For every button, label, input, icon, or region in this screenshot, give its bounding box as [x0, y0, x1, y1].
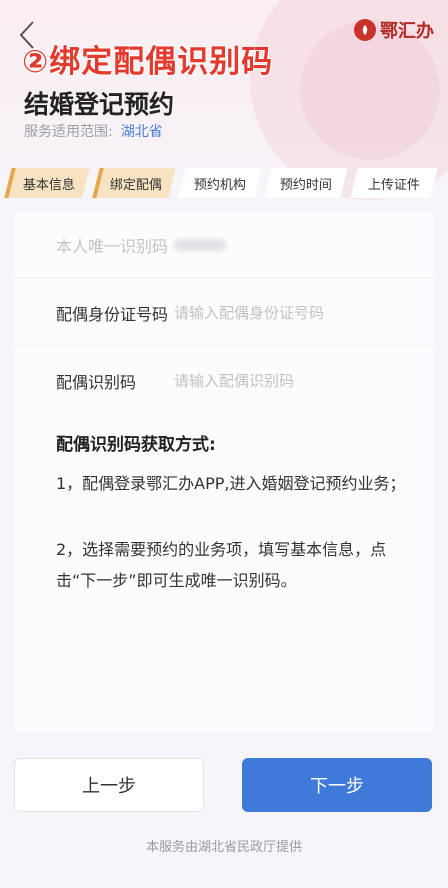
own-code-row: 本人唯一识别码 [14, 212, 434, 278]
step-basic-info[interactable]: 基本信息 [4, 168, 90, 198]
spouse-code-row: 配偶识别码 [14, 348, 434, 414]
help-title: 配偶识别码获取方式: [56, 435, 216, 455]
spouse-code-label: 配偶识别码 [56, 373, 137, 392]
previous-step-button[interactable]: 上一步 [14, 758, 204, 812]
spouse-id-row: 配偶身份证号码 [14, 280, 434, 346]
spouse-id-label: 配偶身份证号码 [56, 304, 169, 324]
step-booking-time[interactable]: 预约时间 [264, 168, 348, 198]
page-title: 结婚登记预约 [24, 90, 175, 119]
spouse-id-input[interactable] [174, 303, 394, 322]
brand-name: 鄂汇办 [380, 21, 434, 42]
help-item-2: 2，选择需要预约的业务项，填写基本信息，点击“下一步”即可生成唯一识别码。 [56, 540, 387, 590]
own-code-label: 本人唯一识别码 [56, 236, 169, 256]
spouse-code-input[interactable] [174, 372, 394, 390]
scope-value: 湖北省 [120, 124, 163, 140]
own-code-value-redacted [174, 238, 226, 251]
step-booking-office[interactable]: 预约机构 [178, 168, 262, 198]
brand-logo-icon [354, 19, 376, 41]
scope-label: 服务适用范围: [24, 124, 113, 140]
form-card: 本人唯一识别码 配偶身份证号码 配偶识别码 配偶识别码获取方式: 1，配偶登录鄂… [14, 212, 434, 732]
step-upload-documents[interactable]: 上传证件 [350, 168, 438, 198]
service-scope: 服务适用范围: 湖北省 [24, 121, 163, 141]
brand: 鄂汇办 [354, 16, 434, 44]
step-tabs: 基本信息 绑定配偶 预约机构 预约时间 上传证件 [4, 168, 440, 198]
overlay-step-title: ②绑定配偶识别码 [22, 44, 274, 80]
help-item-1: 1，配偶登录鄂汇办APP,进入婚姻登记预约业务； [56, 474, 406, 493]
step-bind-spouse[interactable]: 绑定配偶 [92, 168, 176, 198]
footer-provider-note: 本服务由湖北省民政厅提供 [145, 840, 302, 855]
next-step-button[interactable]: 下一步 [242, 758, 432, 812]
